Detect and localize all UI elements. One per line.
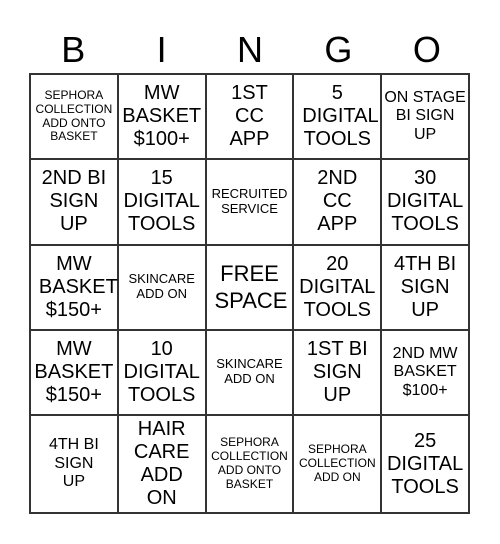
cell-label: FREE SPACE (214, 260, 288, 314)
cell-label: 30 DIGITAL TOOLS (386, 167, 464, 236)
bingo-cell[interactable]: SEPHORA COLLECTION ADD ONTO BASKET (30, 74, 118, 160)
cell-label: 4TH BI SIGN UP (48, 436, 99, 491)
bingo-cell[interactable]: 4TH BI SIGN UP (381, 244, 469, 330)
cell-label: 5 DIGITAL TOOLS (302, 82, 379, 151)
bingo-cell[interactable]: 25 DIGITAL TOOLS (381, 415, 469, 513)
bingo-cell[interactable]: SKINCARE ADD ON (205, 329, 294, 415)
bingo-cell[interactable]: ON STAGE BI SIGN UP (381, 74, 469, 160)
free-space-cell[interactable]: FREE SPACE (205, 244, 294, 330)
cell-label: MW BASKET $150+ (38, 252, 118, 321)
header-letter: I (156, 29, 167, 70)
bingo-cell[interactable]: SEPHORA COLLECTION ADD ON (293, 415, 382, 513)
bingo-cell[interactable]: HAIR CARE ADD ON (117, 415, 206, 513)
cell-label: 20 DIGITAL TOOLS (299, 252, 376, 321)
cell-label: 10 DIGITAL TOOLS (123, 337, 200, 406)
cell-label: SKINCARE ADD ON (128, 271, 195, 302)
cell-label: 2ND BI SIGN UP (41, 167, 107, 236)
cell-label: SEPHORA COLLECTION ADD ONTO BASKET (35, 88, 113, 144)
bingo-cell[interactable]: 1ST BI SIGN UP (293, 329, 382, 415)
header-letter: G (324, 29, 353, 70)
bingo-cell[interactable]: MW BASKET $150+ (30, 329, 118, 415)
bingo-cell[interactable]: RECRUITED SERVICE (205, 159, 294, 245)
bingo-cell[interactable]: 5 DIGITAL TOOLS (293, 74, 382, 160)
bingo-cell[interactable]: 2ND CC APP (293, 159, 382, 245)
cell-label: 1ST BI SIGN UP (306, 337, 368, 406)
bingo-cell[interactable]: 20 DIGITAL TOOLS (293, 244, 382, 330)
cell-label: MW BASKET $100+ (122, 82, 202, 151)
cell-label: 4TH BI SIGN UP (393, 252, 457, 321)
bingo-header: BINGO (29, 28, 471, 72)
cell-label: ON STAGE BI SIGN UP (384, 89, 466, 143)
bingo-cell[interactable]: MW BASKET $150+ (30, 244, 118, 330)
bingo-grid: SEPHORA COLLECTION ADD ONTO BASKET MW BAS… (29, 73, 470, 514)
cell-label: MW BASKET $150+ (34, 337, 114, 406)
bingo-cell[interactable]: 2ND MW BASKET $100+ (381, 329, 469, 415)
cell-label: SEPHORA COLLECTION ADD ON (298, 442, 376, 484)
cell-label: 25 DIGITAL TOOLS (386, 429, 464, 498)
cell-label: SEPHORA COLLECTION ADD ONTO BASKET (211, 435, 288, 491)
cell-label: 1ST CC APP (229, 82, 270, 151)
cell-label: HAIR CARE ADD ON (133, 418, 190, 509)
cell-label: SKINCARE ADD ON (216, 356, 283, 387)
bingo-cell[interactable]: MW BASKET $100+ (117, 74, 206, 160)
bingo-cell[interactable]: SEPHORA COLLECTION ADD ONTO BASKET (205, 415, 294, 513)
cell-label: 2ND CC APP (317, 167, 358, 236)
bingo-cell[interactable]: 30 DIGITAL TOOLS (381, 159, 469, 245)
header-letter: N (237, 29, 264, 70)
cell-label: RECRUITED SERVICE (211, 185, 288, 216)
bingo-cell[interactable]: SKINCARE ADD ON (117, 244, 206, 330)
header-letter: O (412, 29, 441, 70)
cell-label: 2ND MW BASKET $100+ (392, 344, 458, 399)
bingo-cell[interactable]: 15 DIGITAL TOOLS (117, 159, 206, 245)
header-letter: B (61, 29, 86, 70)
cell-label: 15 DIGITAL TOOLS (123, 167, 200, 236)
bingo-cell[interactable]: 10 DIGITAL TOOLS (117, 329, 206, 415)
bingo-cell[interactable]: 1ST CC APP (205, 74, 294, 160)
bingo-cell[interactable]: 4TH BI SIGN UP (30, 415, 118, 513)
bingo-cell[interactable]: 2ND BI SIGN UP (30, 159, 118, 245)
